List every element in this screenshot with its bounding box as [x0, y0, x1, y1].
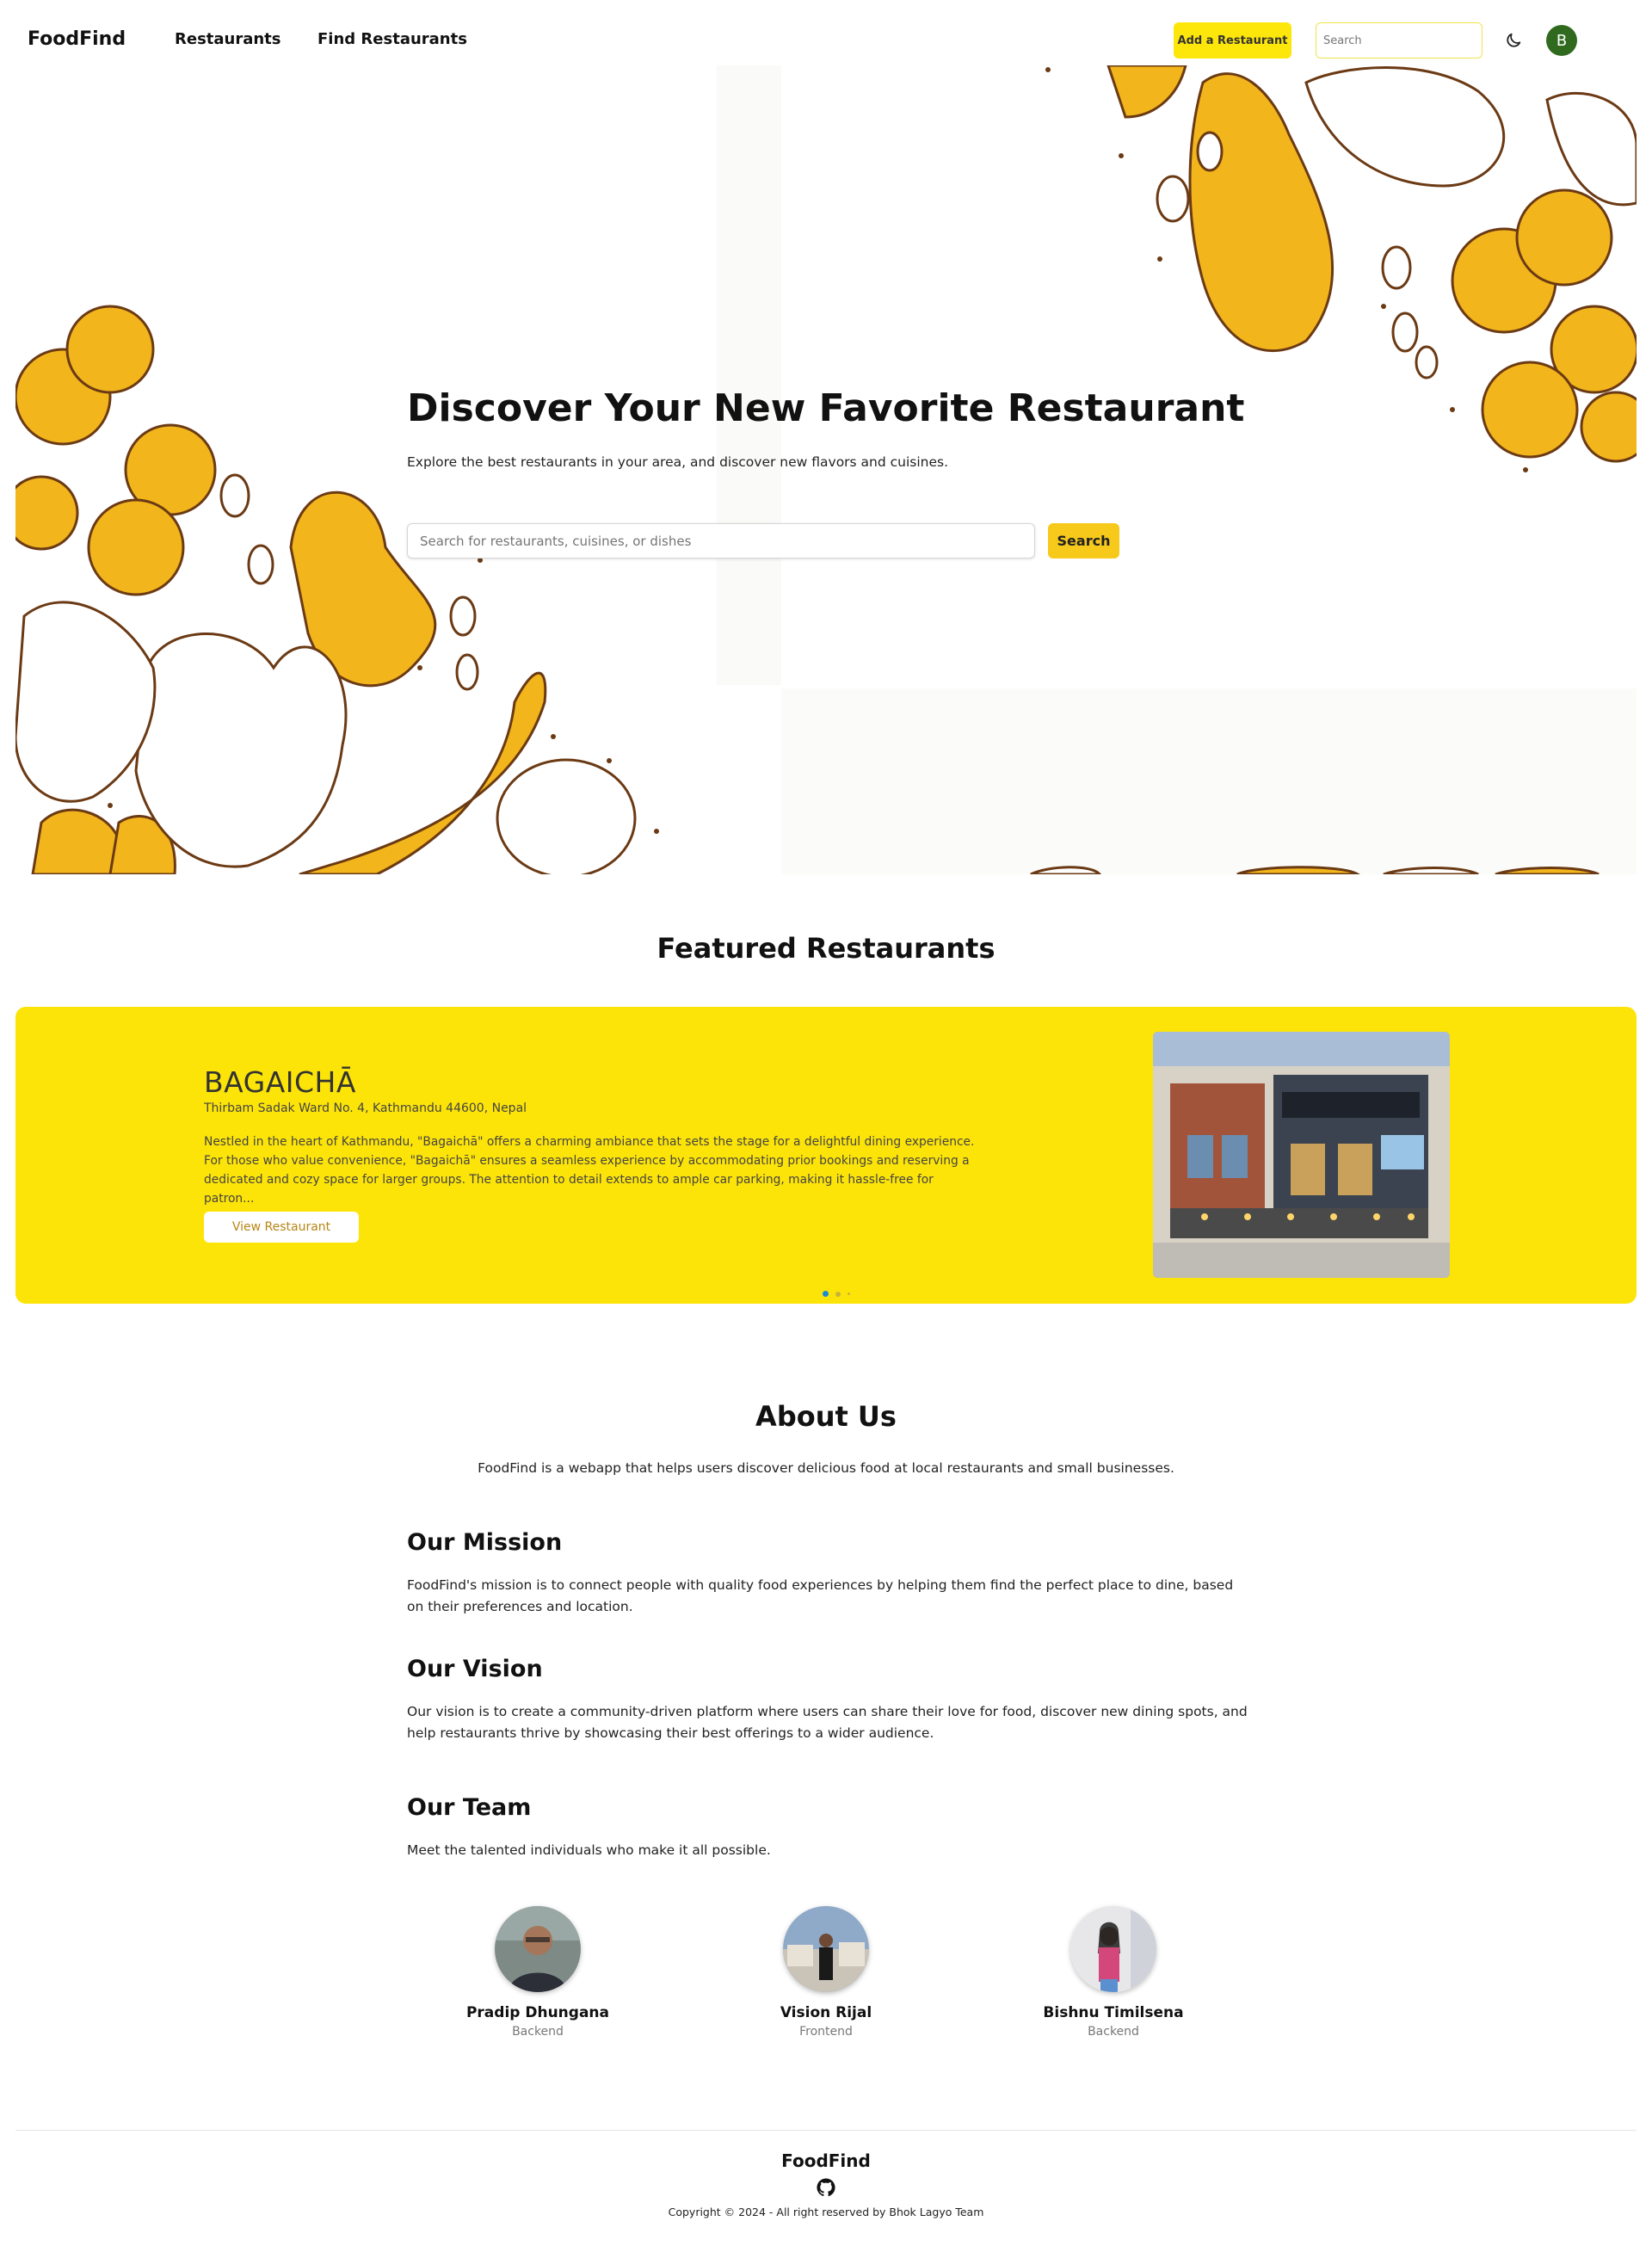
- view-restaurant-button[interactable]: View Restaurant: [204, 1212, 359, 1243]
- hero-title: Discover Your New Favorite Restaurant: [407, 386, 1245, 430]
- hero-section: Discover Your New Favorite Restaurant Ex…: [15, 65, 1637, 874]
- footer-divider: [15, 2130, 1637, 2131]
- carousel-dot-3[interactable]: [848, 1293, 850, 1295]
- about-lead: FoodFind is a webapp that helps users di…: [478, 1460, 1174, 1476]
- carousel-dot-2[interactable]: [835, 1291, 841, 1297]
- carousel-dot-1[interactable]: [823, 1291, 829, 1297]
- featured-title: Featured Restaurants: [656, 932, 996, 965]
- featured-carousel[interactable]: BAGAICHĀ Thirbam Sadak Ward No. 4, Kathm…: [15, 1007, 1637, 1304]
- team-member: Bishnu Timilsena Backend: [1019, 1906, 1208, 2039]
- navbar: FoodFind Restaurants Find Restaurants Ad…: [0, 0, 1652, 65]
- team-member-role: Backend: [1088, 2025, 1139, 2039]
- hero-search-input[interactable]: [407, 523, 1035, 558]
- mission-title: Our Mission: [407, 1529, 563, 1556]
- team-member-name: Bishnu Timilsena: [1043, 2004, 1184, 2021]
- about-title: About Us: [755, 1400, 897, 1433]
- copyright-text: Copyright © 2024 - All right reserved by…: [668, 2206, 984, 2218]
- add-restaurant-button[interactable]: Add a Restaurant: [1174, 22, 1291, 59]
- food-illustration: [15, 65, 1637, 874]
- hero-subtitle: Explore the best restaurants in your are…: [407, 454, 949, 470]
- team-member-role: Frontend: [799, 2025, 853, 2039]
- team-member-name: Pradip Dhungana: [465, 2004, 610, 2021]
- team-member-photo: [1070, 1906, 1156, 1992]
- team-member-name: Vision Rijal: [780, 2004, 872, 2021]
- team-text: Meet the talented individuals who make i…: [407, 1842, 771, 1858]
- team-member-photo: [495, 1906, 581, 1992]
- mission-text: FoodFind's mission is to connect people …: [407, 1577, 1234, 1614]
- vision-text: Our vision is to create a community-driv…: [407, 1704, 1248, 1741]
- nav-search-input[interactable]: [1316, 22, 1482, 59]
- restaurant-name: BAGAICHĀ: [204, 1065, 356, 1099]
- github-icon[interactable]: [817, 2178, 835, 2197]
- footer-brand: FoodFind: [781, 2150, 871, 2171]
- restaurant-description: Nestled in the heart of Kathmandu, "Baga…: [204, 1135, 975, 1206]
- carousel-indicators: [823, 1291, 850, 1297]
- moon-icon[interactable]: [1504, 31, 1523, 50]
- team-member: Vision Rijal Frontend: [731, 1906, 921, 2039]
- team-title: Our Team: [407, 1794, 532, 1821]
- team-member-photo: [783, 1906, 869, 1992]
- restaurant-address: Thirbam Sadak Ward No. 4, Kathmandu 4460…: [204, 1101, 527, 1115]
- nav-link-restaurants[interactable]: Restaurants: [175, 30, 281, 48]
- team-member-role: Backend: [512, 2025, 564, 2039]
- nav-link-find-restaurants[interactable]: Find Restaurants: [317, 30, 467, 48]
- user-avatar[interactable]: B: [1546, 25, 1577, 56]
- hero-search-button[interactable]: Search: [1048, 523, 1119, 558]
- team-member: Pradip Dhungana Backend: [443, 1906, 632, 2039]
- vision-title: Our Vision: [407, 1656, 543, 1682]
- brand-logo[interactable]: FoodFind: [28, 28, 126, 50]
- restaurant-photo[interactable]: [1153, 1032, 1450, 1278]
